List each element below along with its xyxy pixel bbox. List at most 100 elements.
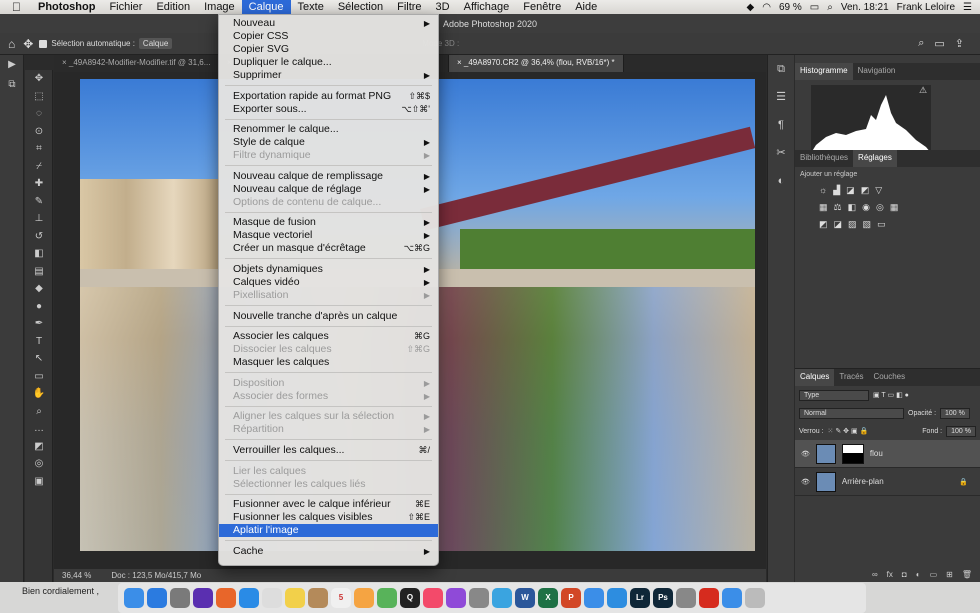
hand-tool-icon[interactable]: ✋ [25,385,53,403]
menu-3d[interactable]: 3D [429,0,457,14]
channel-mixer-icon[interactable]: ◎ [876,202,884,213]
move-tool-icon[interactable]: ✥ [23,37,33,51]
menu-item[interactable]: Aplatir l'image [219,524,438,538]
music-icon[interactable] [423,588,443,608]
posterize-icon[interactable]: ◪ [834,219,843,230]
color-balance-icon[interactable]: ⚖ [834,202,842,213]
menu-item[interactable]: Cache ▶ [219,545,438,558]
lock-icon[interactable]: 🔒 [959,478,968,486]
printer-icon[interactable] [676,588,696,608]
invert-icon[interactable]: ◩ [819,219,828,230]
history-panel-icon[interactable]: ⧉ [768,55,794,83]
type-tool-icon[interactable]: T [25,333,53,351]
panel-tab-calques[interactable]: Calques [795,369,835,386]
adjustments-panel-icon[interactable]: ◐ [768,167,794,195]
marquee-tool-icon[interactable]: ⬚ [25,88,53,106]
screen-mode-icon[interactable]: ▣ [25,473,53,491]
levels-icon[interactable]: ▟ [833,185,840,196]
menu-item[interactable]: Renommer le calque... [219,123,438,136]
workspace-icon[interactable]: ▭ [934,37,944,50]
eraser-tool-icon[interactable]: ◧ [25,245,53,263]
menu-item[interactable]: Masquer les calques [219,356,438,369]
contacts-icon[interactable] [308,588,328,608]
hue-sat-icon[interactable]: ▦ [819,202,828,213]
lasso-tool-icon[interactable]: ◌ [25,105,53,123]
app-store-icon[interactable] [147,588,167,608]
new-layer-icon[interactable]: ⊞ [946,570,953,579]
trash-icon[interactable] [745,588,765,608]
panel-tab-tracs[interactable]: Tracés [834,369,868,386]
opacity-field[interactable]: 100 % [940,407,970,419]
add-mask-icon[interactable]: ◘ [902,570,907,579]
shape-tool-icon[interactable]: ▭ [25,368,53,386]
finder-icon[interactable] [124,588,144,608]
preview-icon[interactable] [492,588,512,608]
menu-filtre[interactable]: Filtre [390,0,428,14]
search-icon[interactable]: ⌕ [918,37,924,50]
menu-item[interactable]: Fusionner les calques visibles ⇧⌘E [219,511,438,524]
menu-affichage[interactable]: Affichage [457,0,517,14]
menu-item[interactable]: Copier SVG [219,43,438,56]
control-center-icon[interactable]: ☰ [963,2,972,13]
maps-icon[interactable] [377,588,397,608]
layer-thumbnail[interactable] [815,471,836,492]
menu-calque[interactable]: Calque [241,0,291,14]
menu-edition[interactable]: Edition [149,0,197,14]
move-tool-icon[interactable]: ✥ [25,70,53,88]
fill-field[interactable]: 100 % [946,425,976,437]
menu-fentre[interactable]: Fenêtre [516,0,568,14]
clock[interactable]: Ven. 18:21 [841,2,889,13]
healing-tool-icon[interactable]: ✚ [25,175,53,193]
acrobat-icon[interactable] [699,588,719,608]
menu-image[interactable]: Image [197,0,242,14]
menu-item[interactable]: Dupliquer le calque... [219,56,438,69]
panel-tab-histogramme[interactable]: Histogramme [795,63,853,80]
gradient-tool-icon[interactable]: ▤ [25,263,53,281]
launchpad-icon[interactable] [170,588,190,608]
menu-aide[interactable]: Aide [568,0,604,14]
color-lookup-icon[interactable]: ▦ [890,202,899,213]
visibility-eye-icon[interactable]: 👁 [801,450,810,458]
menu-item[interactable]: Nouvelle tranche d'après un calque [219,310,438,323]
menu-item[interactable]: Nouveau calque de réglage ▶ [219,183,438,196]
menu-fichier[interactable]: Fichier [102,0,149,14]
battery-icon[interactable]: ▭ [810,2,819,13]
menu-item[interactable]: Supprimer ▶ [219,69,438,82]
properties-panel-icon[interactable]: ☰ [768,83,794,111]
crop-tool-icon[interactable]: ⌗ [25,140,53,158]
blur-tool-icon[interactable]: ◆ [25,280,53,298]
menu-item[interactable]: Exportation rapide au format PNG ⇧⌘$ [219,90,438,103]
layer-row[interactable]: 👁 Arrière-plan 🔒 [795,468,980,496]
chrome-icon[interactable] [262,588,282,608]
user-name[interactable]: Frank Leloire [897,2,955,13]
menu-item[interactable]: Exporter sous... ⌥⇧⌘' [219,103,438,116]
new-group-icon[interactable]: ▭ [930,570,938,579]
menu-item[interactable]: Nouveau calque de remplissage ▶ [219,170,438,183]
siri-icon[interactable] [193,588,213,608]
filter-icons[interactable]: ▣ T ▭ ◧ ● [873,391,909,399]
delete-layer-icon[interactable]: 🗑 [962,570,972,579]
layer-row[interactable]: 👁 flou [795,440,980,468]
auto-select-checkbox[interactable] [39,39,48,48]
selective-color-icon[interactable]: ▧ [863,219,872,230]
panel-tab-bibliothques[interactable]: Bibliothèques [795,150,853,167]
menu-item[interactable]: Calques vidéo ▶ [219,276,438,289]
app-menu[interactable]: Photoshop [31,0,102,14]
photos-icon[interactable] [354,588,374,608]
lock-icons[interactable]: ⁙ ✎ ✥ ▣ 🔒 [828,427,869,435]
share-icon[interactable]: ⇪ [955,37,964,50]
expand-icon[interactable]: ▶ [0,55,24,75]
pen-tool-icon[interactable]: ✒ [25,315,53,333]
menu-item[interactable]: Fusionner avec le calque inférieur ⌘E [219,498,438,511]
paragraph-panel-icon[interactable]: ¶ [768,111,794,139]
histogram-warning-icon[interactable]: ⚠ [919,85,927,96]
quick-select-tool-icon[interactable]: ⊙ [25,123,53,141]
wifi-icon[interactable]: ◠ [762,2,771,13]
menu-item[interactable]: Masque vectoriel ▶ [219,229,438,242]
layer-mask-thumbnail[interactable] [841,443,864,464]
menu-item[interactable]: Objets dynamiques ▶ [219,263,438,276]
vibrance-icon[interactable]: ▽ [875,185,882,196]
system-prefs-icon[interactable] [469,588,489,608]
color-swatches-icon[interactable]: ◩ [25,438,53,456]
document-tab[interactable]: × _49A8970.CR2 @ 36,4% (flou, RVB/16*) * [449,55,624,72]
